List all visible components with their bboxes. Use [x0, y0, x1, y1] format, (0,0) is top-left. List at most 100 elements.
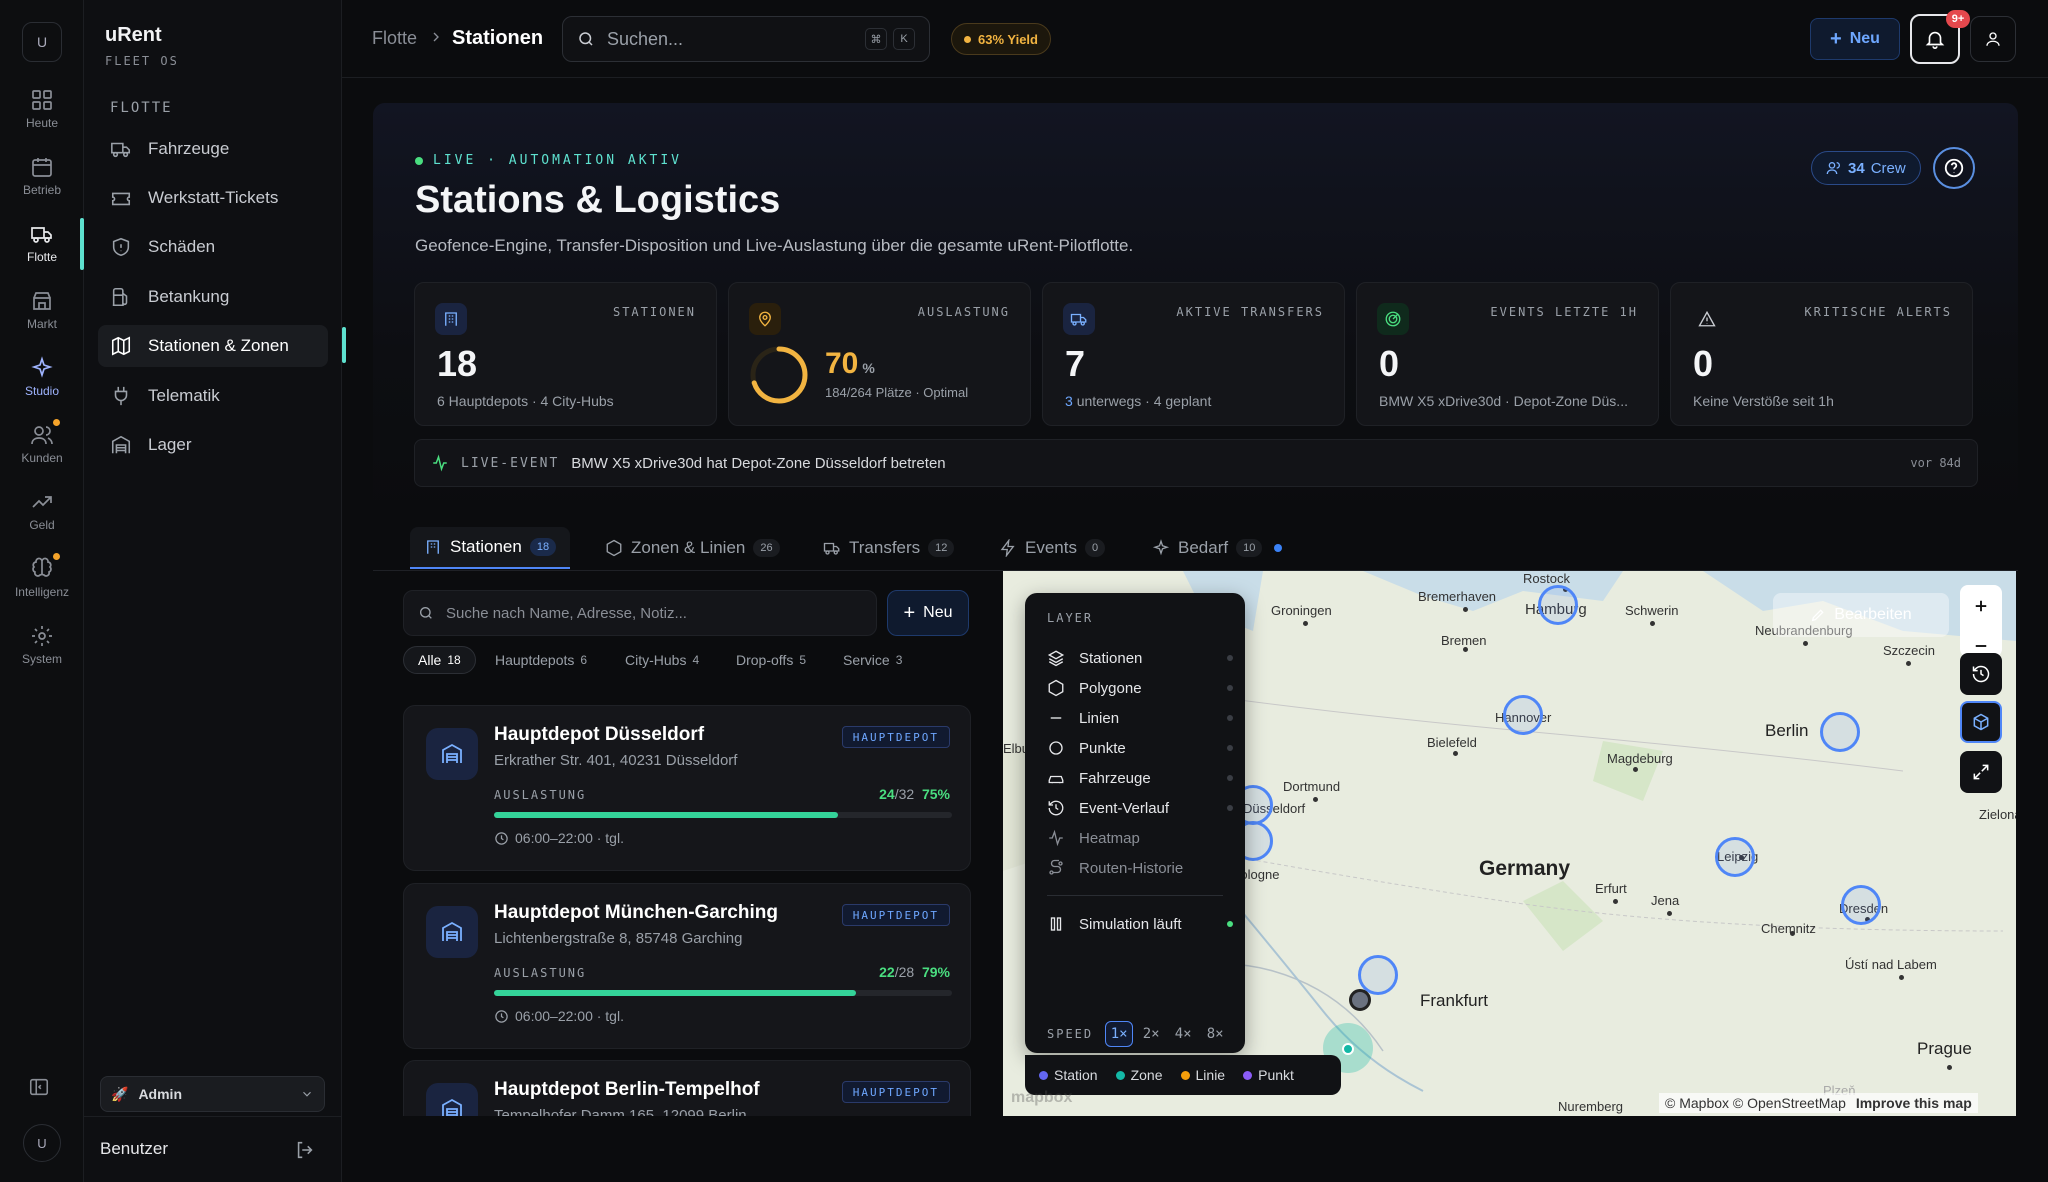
help-icon	[1944, 158, 1964, 178]
layer-toggle[interactable]	[1227, 655, 1233, 661]
layer-toggle[interactable]	[1227, 715, 1233, 721]
fullscreen-button[interactable]	[1960, 751, 2002, 793]
status-dot	[1274, 544, 1283, 552]
tab-transfers[interactable]: Transfers 12	[823, 527, 955, 569]
tab-count: 0	[1084, 539, 1106, 557]
filter-alle[interactable]: Alle 18	[403, 646, 476, 674]
opening-hours: 06:00–22:00 · tgl.	[494, 830, 624, 846]
rail-item-system[interactable]: System	[0, 624, 84, 684]
layer-linien[interactable]: Linien	[1047, 701, 1233, 735]
layer-toggle[interactable]	[1227, 745, 1233, 751]
icon-rail: U Heute Betrieb Flotte Markt Studio Kund…	[0, 0, 84, 1182]
tab-zonen[interactable]: Zonen & Linien 26	[605, 527, 780, 569]
new-button-label: Neu	[1849, 30, 1880, 47]
station-search[interactable]: Suche nach Name, Adresse, Notiz...	[403, 590, 877, 636]
filter-city-hubs[interactable]: City-Hubs 4	[611, 646, 713, 674]
rail-item-flotte[interactable]: Flotte	[0, 218, 84, 282]
zoom-in-button[interactable]	[1960, 585, 2002, 627]
add-station-label: Neu	[923, 604, 953, 621]
station-marker[interactable]	[1841, 885, 1881, 925]
rail-item-studio[interactable]: Studio	[0, 356, 84, 416]
station-card[interactable]: Hauptdepot Düsseldorf Erkrather Str. 401…	[403, 705, 971, 871]
layer-toggle[interactable]	[1227, 775, 1233, 781]
layer-heatmap[interactable]: Heatmap	[1047, 821, 1233, 855]
city-dot	[1803, 641, 1808, 646]
history-button[interactable]	[1960, 653, 2002, 695]
tab-events[interactable]: Events 0	[999, 527, 1106, 569]
search-input[interactable]: Suchen...	[607, 29, 859, 50]
layer-fahrzeuge[interactable]: Fahrzeuge	[1047, 761, 1233, 795]
tab-label: Stationen	[450, 537, 522, 556]
page-title: Stations & Logistics	[415, 179, 781, 221]
rail-item-intelligenz[interactable]: Intelligenz	[0, 557, 84, 617]
map-label: Jena	[1651, 893, 1680, 908]
speed-4x[interactable]: 4×	[1169, 1021, 1197, 1047]
station-card[interactable]: Hauptdepot München-Garching Lichtenbergs…	[403, 883, 971, 1049]
hexagon-icon	[606, 539, 622, 557]
sidebar-item-fahrzeuge[interactable]: Fahrzeuge	[98, 128, 328, 170]
layer-polygone[interactable]: Polygone	[1047, 671, 1233, 705]
vehicle-marker[interactable]	[1349, 989, 1371, 1011]
help-button[interactable]	[1933, 147, 1975, 189]
station-marker[interactable]	[1503, 695, 1543, 735]
rail-item-kunden[interactable]: Kunden	[0, 423, 84, 483]
ticket-icon	[111, 192, 131, 206]
simulation-toggle[interactable]: Simulation läuft	[1047, 907, 1233, 941]
attribution-text[interactable]: © Mapbox © OpenStreetMap	[1665, 1095, 1846, 1111]
rail-item-geld[interactable]: Geld	[0, 490, 84, 550]
station-marker[interactable]	[1715, 837, 1755, 877]
sidebar-item-lager[interactable]: Lager	[98, 424, 328, 466]
new-button[interactable]: + Neu	[1810, 18, 1900, 60]
global-search[interactable]: Suchen... ⌘ K	[562, 16, 930, 62]
plus-icon	[1975, 600, 1987, 612]
user-avatar[interactable]: U	[23, 1124, 61, 1162]
filter-service[interactable]: Service 3	[829, 646, 916, 674]
speed-2x[interactable]: 2×	[1137, 1021, 1165, 1047]
tab-stationen[interactable]: Stationen 18	[410, 527, 571, 569]
rail-label: Studio	[24, 384, 60, 398]
add-station-button[interactable]: + Neu	[887, 590, 969, 636]
layer-toggle[interactable]	[1227, 685, 1233, 691]
speed-1x[interactable]: 1×	[1105, 1021, 1134, 1047]
sidebar-item-schaeden[interactable]: Schäden	[98, 226, 328, 268]
filter-drop-offs[interactable]: Drop-offs 5	[722, 646, 820, 674]
station-marker[interactable]	[1820, 712, 1860, 752]
edit-button[interactable]: Bearbeiten	[1773, 593, 1949, 637]
profile-button[interactable]	[1970, 16, 2016, 62]
map-view[interactable]: Rostock Bremerhaven Hamburg Schwerin Gro…	[1003, 571, 2016, 1116]
sidebar-item-telematik[interactable]: Telematik	[98, 375, 328, 417]
workspace-avatar[interactable]: U	[22, 22, 62, 62]
map-label: Bremerhaven	[1418, 589, 1497, 604]
layer-toggle[interactable]	[1227, 805, 1233, 811]
improve-map-link[interactable]: Improve this map	[1856, 1095, 1972, 1111]
layer-event-verlauf[interactable]: Event-Verlauf	[1047, 791, 1233, 825]
filter-hauptdepots[interactable]: Hauptdepots 6	[481, 646, 601, 674]
layer-punkte[interactable]: Punkte	[1047, 731, 1233, 765]
utilization-value: 22/28 79%	[879, 964, 950, 980]
rail-item-heute[interactable]: Heute	[0, 88, 84, 148]
kpi-sub-num: 3	[1065, 393, 1073, 409]
station-card[interactable]: Hauptdepot Berlin-Tempelhof Tempelhofer …	[403, 1060, 971, 1116]
sidebar-item-werkstatt[interactable]: Werkstatt-Tickets	[98, 177, 328, 219]
station-marker[interactable]	[1538, 585, 1578, 625]
sidebar-item-stationen[interactable]: Stationen & Zonen	[98, 325, 346, 367]
notifications-button[interactable]: 9+	[1910, 10, 1970, 64]
rail-item-markt[interactable]: Markt	[0, 289, 84, 349]
speed-8x[interactable]: 8×	[1201, 1021, 1229, 1047]
sidebar-toggle-icon[interactable]	[28, 1076, 56, 1104]
filter-count: 4	[692, 653, 700, 667]
role-select[interactable]: 🚀 Admin	[100, 1076, 325, 1112]
crew-button[interactable]: 34 Crew	[1811, 151, 1921, 185]
tab-bedarf[interactable]: Bedarf 10	[1152, 527, 1283, 569]
rail-item-betrieb[interactable]: Betrieb	[0, 155, 84, 215]
station-search-input[interactable]: Suche nach Name, Adresse, Notiz...	[446, 605, 687, 622]
logout-icon[interactable]	[294, 1139, 316, 1161]
layer-routen-historie[interactable]: Routen-Historie	[1047, 851, 1233, 885]
crew-label: Crew	[1870, 159, 1906, 177]
3d-view-button[interactable]	[1960, 701, 2002, 743]
users-icon	[1826, 162, 1840, 175]
sidebar-item-betankung[interactable]: Betankung	[98, 276, 328, 318]
breadcrumb-flotte[interactable]: Flotte	[372, 28, 417, 49]
layer-stationen[interactable]: Stationen	[1047, 641, 1233, 675]
kbd-cmd: ⌘	[865, 28, 887, 50]
